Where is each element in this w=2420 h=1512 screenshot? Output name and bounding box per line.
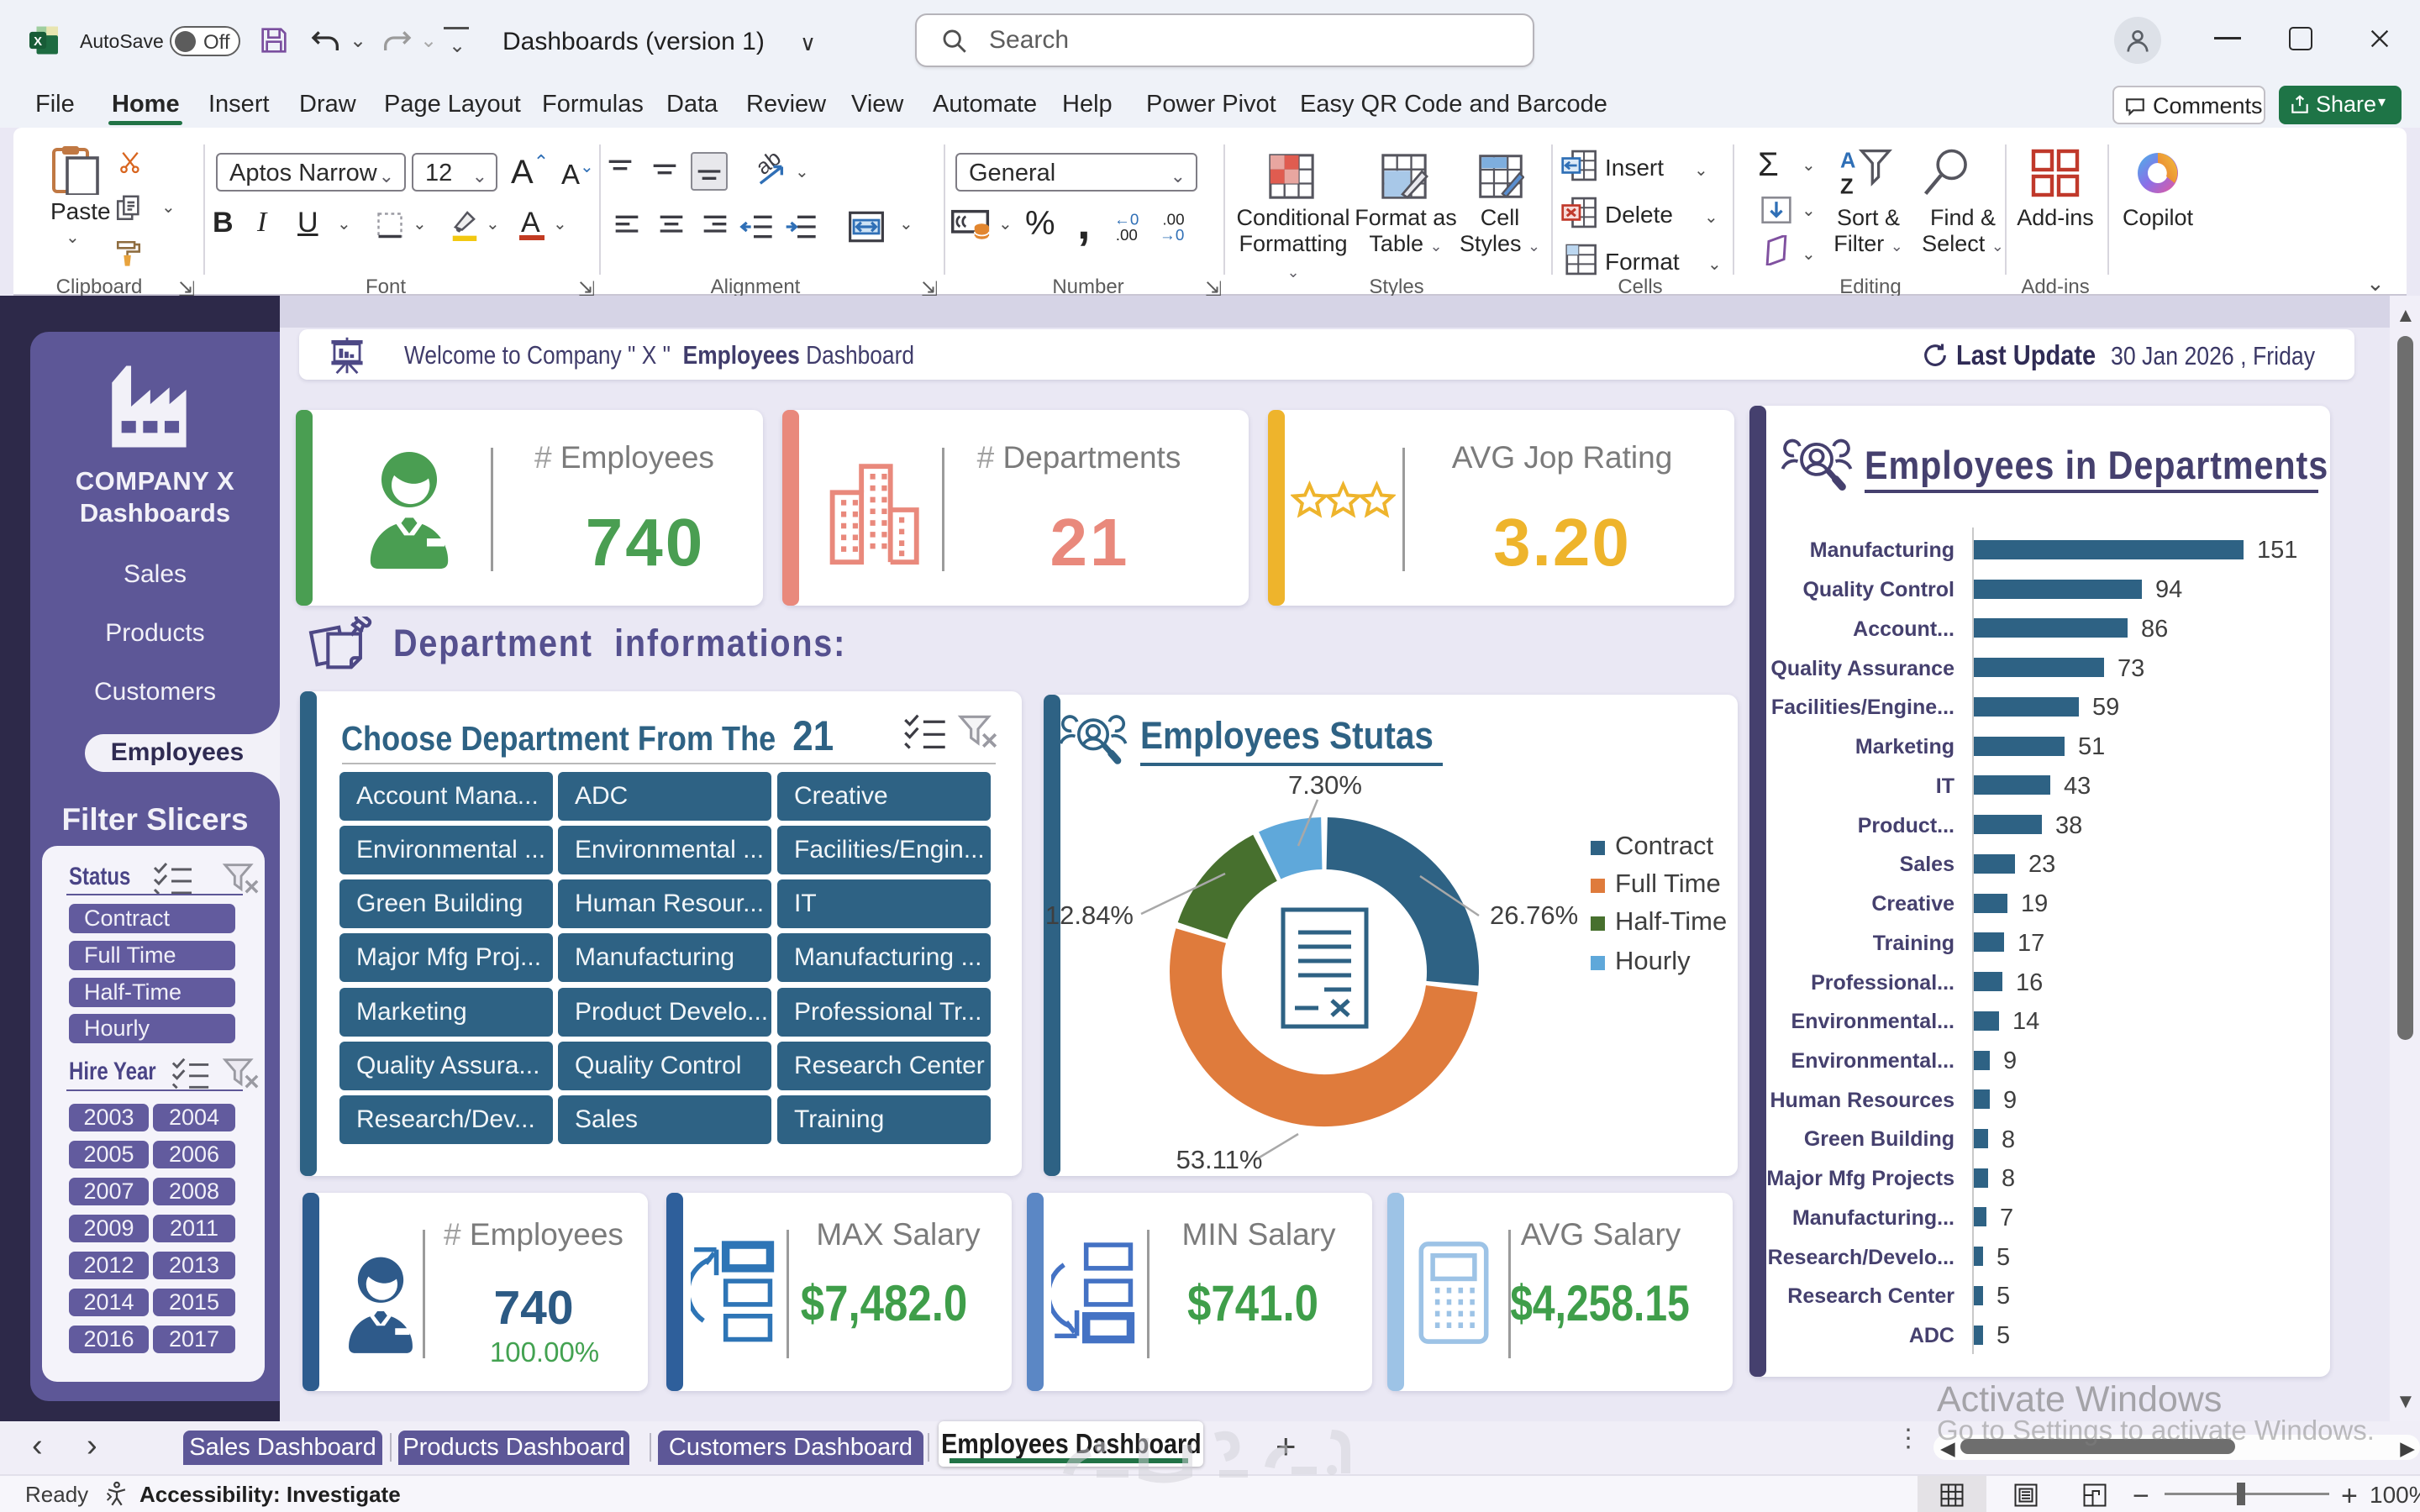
svg-text:Z: Z — [1840, 176, 1854, 199]
svg-text:38: 38 — [2055, 812, 2082, 839]
svg-text:Research/Develo...: Research/Develo... — [1768, 1246, 1954, 1269]
svg-text:5: 5 — [1996, 1322, 2010, 1349]
svg-text:73: 73 — [2118, 655, 2144, 682]
svg-text:5: 5 — [1996, 1283, 2010, 1310]
svg-text:16: 16 — [2016, 969, 2043, 996]
svg-text:Green Building: Green Building — [1804, 1127, 1954, 1151]
svg-text:94: 94 — [2155, 576, 2182, 603]
svg-text:Environmental...: Environmental... — [1791, 1010, 1954, 1033]
svg-text:26.76%: 26.76% — [1490, 900, 1578, 930]
svg-text:.00: .00 — [1162, 210, 1184, 228]
svg-text:Quality Assurance: Quality Assurance — [1770, 657, 1954, 680]
svg-text:5: 5 — [1996, 1244, 2010, 1271]
svg-text:14: 14 — [2012, 1008, 2039, 1035]
svg-text:17: 17 — [2018, 930, 2044, 957]
svg-text:Creative: Creative — [1871, 892, 1954, 916]
svg-text:IT: IT — [1936, 774, 1954, 798]
svg-text:51: 51 — [2078, 733, 2105, 760]
svg-text:151: 151 — [2257, 537, 2297, 564]
svg-text:Human Resources: Human Resources — [1770, 1089, 1954, 1112]
svg-text:ADC: ADC — [1909, 1324, 1954, 1347]
svg-text:→0: →0 — [1160, 226, 1184, 244]
svg-text:Training: Training — [1873, 932, 1954, 955]
svg-text:8: 8 — [2002, 1126, 2015, 1153]
svg-text:Quality Control: Quality Control — [1802, 578, 1954, 601]
svg-text:Hourly: Hourly — [1615, 946, 1691, 975]
svg-text:9: 9 — [2003, 1087, 2017, 1114]
svg-text:Manufacturing: Manufacturing — [1810, 538, 1954, 562]
svg-text:A: A — [1840, 150, 1855, 173]
svg-text:X: X — [34, 35, 42, 49]
svg-text:Sales: Sales — [1900, 853, 1954, 876]
svg-text:Full Time: Full Time — [1615, 869, 1721, 898]
svg-text:86: 86 — [2141, 616, 2168, 643]
svg-text:9: 9 — [2003, 1047, 2017, 1074]
svg-text:←0: ←0 — [1114, 210, 1139, 228]
svg-text:Major Mfg Projects: Major Mfg Projects — [1766, 1167, 1954, 1190]
svg-text:Marketing: Marketing — [1855, 735, 1954, 759]
svg-text:Professional...: Professional... — [1811, 971, 1954, 995]
svg-text:Product...: Product... — [1858, 814, 1954, 837]
svg-text:Research Center: Research Center — [1787, 1284, 1954, 1308]
svg-text:19: 19 — [2021, 890, 2048, 917]
svg-text:23: 23 — [2028, 851, 2055, 878]
svg-text:43: 43 — [2064, 773, 2091, 800]
svg-text:59: 59 — [2092, 694, 2119, 721]
svg-text:Environmental...: Environmental... — [1791, 1049, 1954, 1073]
svg-text:Facilities/Engine...: Facilities/Engine... — [1771, 696, 1954, 719]
svg-text:7: 7 — [2000, 1205, 2013, 1231]
svg-text:Contract: Contract — [1615, 831, 1714, 860]
svg-text:Half-Time: Half-Time — [1615, 906, 1727, 936]
svg-text:.00: .00 — [1116, 226, 1138, 244]
svg-text:Manufacturing...: Manufacturing... — [1792, 1206, 1954, 1230]
svg-text:Account...: Account... — [1853, 617, 1954, 641]
svg-text:53.11%: 53.11% — [1176, 1145, 1263, 1174]
svg-text:8: 8 — [2002, 1165, 2015, 1192]
svg-text:12.84%: 12.84% — [1045, 900, 1134, 930]
svg-text:7.30%: 7.30% — [1288, 770, 1362, 800]
